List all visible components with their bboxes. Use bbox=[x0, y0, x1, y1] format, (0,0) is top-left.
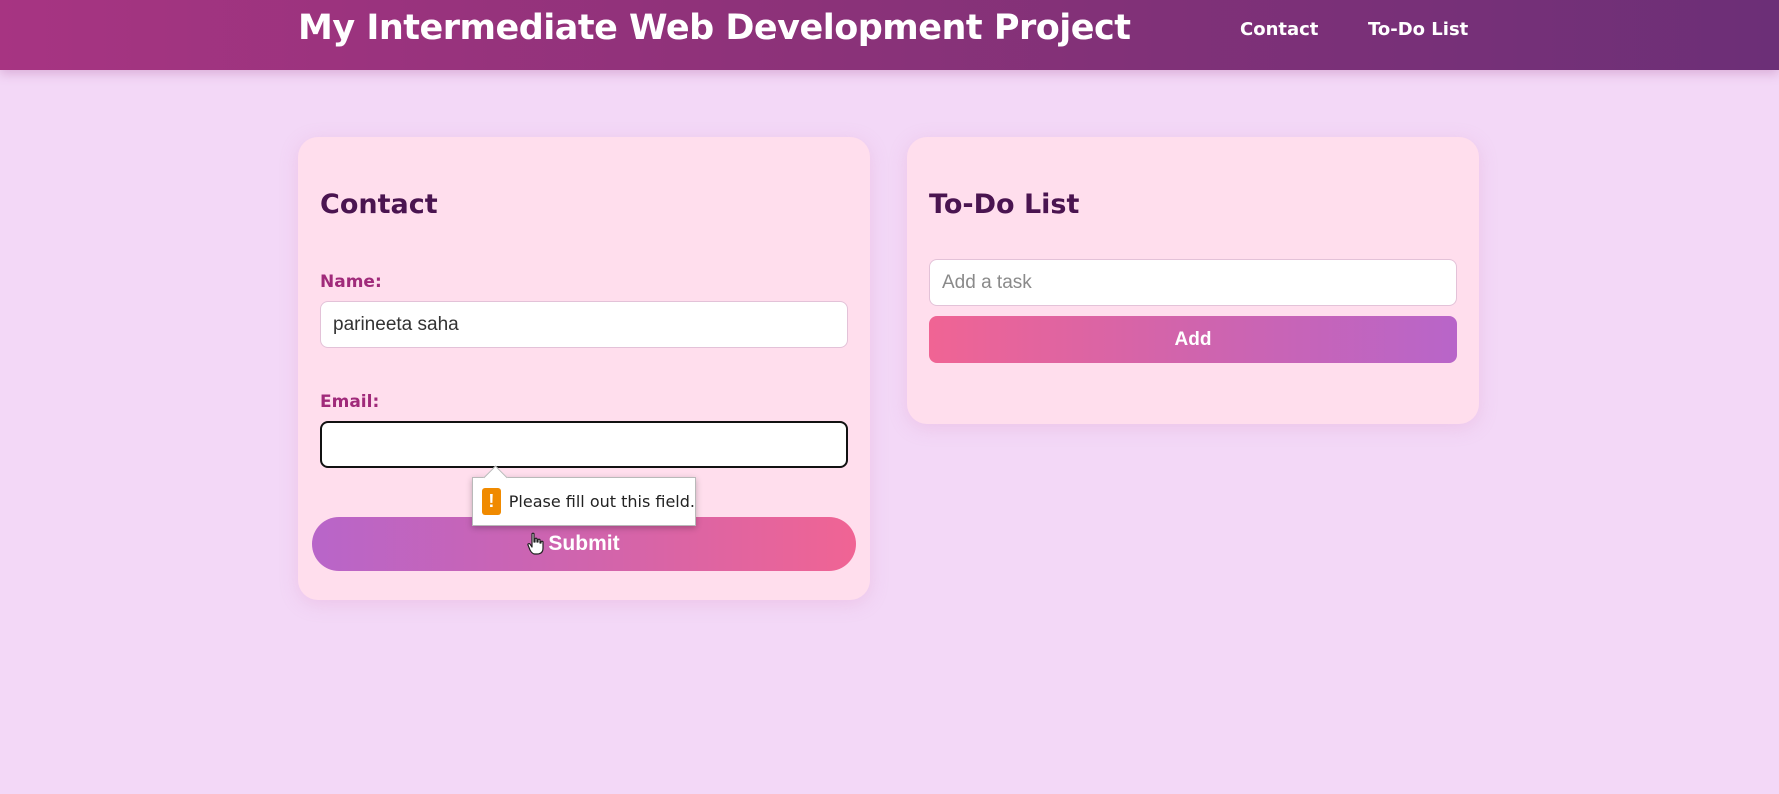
nav-link-contact[interactable]: Contact bbox=[1240, 19, 1318, 40]
email-input[interactable] bbox=[320, 421, 848, 468]
site-title: My Intermediate Web Development Project bbox=[298, 8, 1131, 48]
warning-icon: ! bbox=[482, 488, 501, 515]
name-input[interactable] bbox=[320, 301, 848, 348]
validation-tooltip: ! Please fill out this field. bbox=[472, 477, 696, 526]
task-input[interactable] bbox=[929, 259, 1457, 306]
contact-card: Contact Name: Email: Submit bbox=[298, 137, 870, 600]
contact-heading: Contact bbox=[320, 189, 438, 220]
name-label: Name: bbox=[320, 272, 382, 292]
todo-heading: To-Do List bbox=[929, 189, 1080, 220]
validation-message: Please fill out this field. bbox=[508, 492, 695, 511]
todo-card: To-Do List Add bbox=[907, 137, 1479, 424]
email-label: Email: bbox=[320, 392, 380, 412]
site-header: My Intermediate Web Development Project … bbox=[0, 0, 1779, 70]
hand-pointer-icon bbox=[527, 532, 544, 555]
add-task-button[interactable]: Add bbox=[929, 316, 1457, 363]
nav-link-todo[interactable]: To-Do List bbox=[1368, 19, 1468, 40]
